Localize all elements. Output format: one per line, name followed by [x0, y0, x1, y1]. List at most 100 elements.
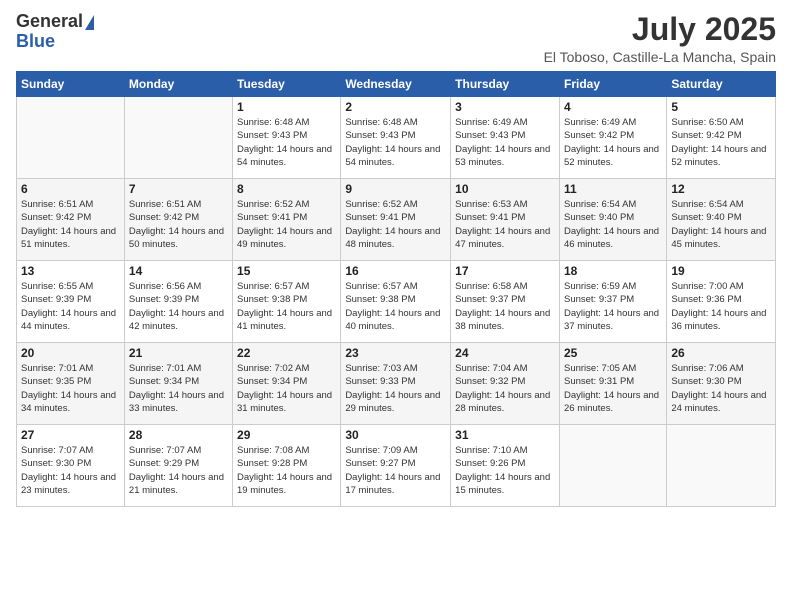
day-number: 6 — [21, 182, 120, 196]
calendar-title: July 2025 — [544, 12, 776, 47]
table-row: 21 Sunrise: 7:01 AM Sunset: 9:34 PM Dayli… — [124, 343, 232, 425]
day-detail: Sunrise: 7:00 AM Sunset: 9:36 PM Dayligh… — [671, 280, 771, 333]
day-detail: Sunrise: 6:53 AM Sunset: 9:41 PM Dayligh… — [455, 198, 555, 251]
day-detail: Sunrise: 6:49 AM Sunset: 9:42 PM Dayligh… — [564, 116, 662, 169]
table-row: 29 Sunrise: 7:08 AM Sunset: 9:28 PM Dayli… — [233, 425, 341, 507]
table-row: 26Sunrise: 7:06 AM Sunset: 9:30 PM Dayli… — [667, 343, 776, 425]
header-monday: Monday — [124, 72, 232, 97]
table-row: 30 Sunrise: 7:09 AM Sunset: 9:27 PM Dayli… — [341, 425, 451, 507]
day-detail: Sunrise: 6:49 AM Sunset: 9:43 PM Dayligh… — [455, 116, 555, 169]
table-row — [124, 97, 232, 179]
table-row: 25Sunrise: 7:05 AM Sunset: 9:31 PM Dayli… — [559, 343, 666, 425]
day-detail: Sunrise: 6:58 AM Sunset: 9:37 PM Dayligh… — [455, 280, 555, 333]
day-detail: Sunrise: 6:48 AM Sunset: 9:43 PM Dayligh… — [237, 116, 336, 169]
day-number: 22 — [237, 346, 336, 360]
day-number: 18 — [564, 264, 662, 278]
day-number: 19 — [671, 264, 771, 278]
day-number: 29 — [237, 428, 336, 442]
title-block: July 2025 El Toboso, Castille-La Mancha,… — [544, 12, 776, 65]
day-detail: Sunrise: 7:01 AM Sunset: 9:34 PM Dayligh… — [129, 362, 228, 415]
table-row — [667, 425, 776, 507]
table-row: 22Sunrise: 7:02 AM Sunset: 9:34 PM Dayli… — [233, 343, 341, 425]
table-row: 19 Sunrise: 7:00 AM Sunset: 9:36 PM Dayli… — [667, 261, 776, 343]
logo: General Blue — [16, 12, 94, 52]
calendar-body: 1Sunrise: 6:48 AM Sunset: 9:43 PM Daylig… — [17, 97, 776, 507]
calendar-header: Sunday Monday Tuesday Wednesday Thursday… — [17, 72, 776, 97]
day-number: 28 — [129, 428, 228, 442]
day-detail: Sunrise: 6:52 AM Sunset: 9:41 PM Dayligh… — [237, 198, 336, 251]
header-tuesday: Tuesday — [233, 72, 341, 97]
day-detail: Sunrise: 7:10 AM Sunset: 9:26 PM Dayligh… — [455, 444, 555, 497]
table-row: 12Sunrise: 6:54 AM Sunset: 9:40 PM Dayli… — [667, 179, 776, 261]
day-number: 5 — [671, 100, 771, 114]
table-row: 28 Sunrise: 7:07 AM Sunset: 9:29 PM Dayli… — [124, 425, 232, 507]
day-number: 7 — [129, 182, 228, 196]
day-number: 16 — [345, 264, 446, 278]
day-detail: Sunrise: 7:03 AM Sunset: 9:33 PM Dayligh… — [345, 362, 446, 415]
table-row: 3 Sunrise: 6:49 AM Sunset: 9:43 PM Daylig… — [451, 97, 560, 179]
day-detail: Sunrise: 6:51 AM Sunset: 9:42 PM Dayligh… — [129, 198, 228, 251]
table-row: 6 Sunrise: 6:51 AM Sunset: 9:42 PM Daylig… — [17, 179, 125, 261]
header: General Blue July 2025 El Toboso, Castil… — [16, 12, 776, 65]
table-row: 17 Sunrise: 6:58 AM Sunset: 9:37 PM Dayli… — [451, 261, 560, 343]
day-number: 13 — [21, 264, 120, 278]
day-detail: Sunrise: 7:08 AM Sunset: 9:28 PM Dayligh… — [237, 444, 336, 497]
calendar-location: El Toboso, Castille-La Mancha, Spain — [544, 49, 776, 65]
day-detail: Sunrise: 7:05 AM Sunset: 9:31 PM Dayligh… — [564, 362, 662, 415]
day-number: 9 — [345, 182, 446, 196]
page-container: General Blue July 2025 El Toboso, Castil… — [0, 0, 792, 515]
day-detail: Sunrise: 7:01 AM Sunset: 9:35 PM Dayligh… — [21, 362, 120, 415]
day-number: 21 — [129, 346, 228, 360]
logo-blue: Blue — [16, 32, 55, 52]
table-row: 2Sunrise: 6:48 AM Sunset: 9:43 PM Daylig… — [341, 97, 451, 179]
day-number: 27 — [21, 428, 120, 442]
table-row — [559, 425, 666, 507]
day-detail: Sunrise: 6:55 AM Sunset: 9:39 PM Dayligh… — [21, 280, 120, 333]
day-detail: Sunrise: 7:07 AM Sunset: 9:29 PM Dayligh… — [129, 444, 228, 497]
table-row: 13 Sunrise: 6:55 AM Sunset: 9:39 PM Dayli… — [17, 261, 125, 343]
table-row: 5 Sunrise: 6:50 AM Sunset: 9:42 PM Daylig… — [667, 97, 776, 179]
day-detail: Sunrise: 7:09 AM Sunset: 9:27 PM Dayligh… — [345, 444, 446, 497]
day-number: 4 — [564, 100, 662, 114]
day-detail: Sunrise: 6:54 AM Sunset: 9:40 PM Dayligh… — [564, 198, 662, 251]
day-detail: Sunrise: 6:50 AM Sunset: 9:42 PM Dayligh… — [671, 116, 771, 169]
day-number: 30 — [345, 428, 446, 442]
day-detail: Sunrise: 7:07 AM Sunset: 9:30 PM Dayligh… — [21, 444, 120, 497]
day-detail: Sunrise: 6:57 AM Sunset: 9:38 PM Dayligh… — [345, 280, 446, 333]
header-thursday: Thursday — [451, 72, 560, 97]
table-row: 1Sunrise: 6:48 AM Sunset: 9:43 PM Daylig… — [233, 97, 341, 179]
table-row: 27 Sunrise: 7:07 AM Sunset: 9:30 PM Dayli… — [17, 425, 125, 507]
table-row: 9 Sunrise: 6:52 AM Sunset: 9:41 PM Daylig… — [341, 179, 451, 261]
day-number: 14 — [129, 264, 228, 278]
day-number: 11 — [564, 182, 662, 196]
day-number: 23 — [345, 346, 446, 360]
table-row: 20 Sunrise: 7:01 AM Sunset: 9:35 PM Dayli… — [17, 343, 125, 425]
day-detail: Sunrise: 6:56 AM Sunset: 9:39 PM Dayligh… — [129, 280, 228, 333]
day-detail: Sunrise: 7:06 AM Sunset: 9:30 PM Dayligh… — [671, 362, 771, 415]
day-number: 12 — [671, 182, 771, 196]
table-row: 24 Sunrise: 7:04 AM Sunset: 9:32 PM Dayli… — [451, 343, 560, 425]
day-number: 31 — [455, 428, 555, 442]
day-number: 8 — [237, 182, 336, 196]
table-row: 10Sunrise: 6:53 AM Sunset: 9:41 PM Dayli… — [451, 179, 560, 261]
calendar-table: Sunday Monday Tuesday Wednesday Thursday… — [16, 71, 776, 507]
header-wednesday: Wednesday — [341, 72, 451, 97]
table-row — [17, 97, 125, 179]
day-number: 17 — [455, 264, 555, 278]
day-number: 3 — [455, 100, 555, 114]
header-sunday: Sunday — [17, 72, 125, 97]
logo-triangle-icon — [85, 15, 94, 30]
day-detail: Sunrise: 7:04 AM Sunset: 9:32 PM Dayligh… — [455, 362, 555, 415]
day-number: 15 — [237, 264, 336, 278]
day-number: 24 — [455, 346, 555, 360]
header-saturday: Saturday — [667, 72, 776, 97]
table-row: 23 Sunrise: 7:03 AM Sunset: 9:33 PM Dayli… — [341, 343, 451, 425]
table-row: 4 Sunrise: 6:49 AM Sunset: 9:42 PM Daylig… — [559, 97, 666, 179]
day-detail: Sunrise: 6:52 AM Sunset: 9:41 PM Dayligh… — [345, 198, 446, 251]
table-row: 8 Sunrise: 6:52 AM Sunset: 9:41 PM Daylig… — [233, 179, 341, 261]
day-detail: Sunrise: 6:51 AM Sunset: 9:42 PM Dayligh… — [21, 198, 120, 251]
table-row: 11 Sunrise: 6:54 AM Sunset: 9:40 PM Dayli… — [559, 179, 666, 261]
logo-general: General — [16, 12, 83, 32]
day-detail: Sunrise: 6:57 AM Sunset: 9:38 PM Dayligh… — [237, 280, 336, 333]
day-number: 20 — [21, 346, 120, 360]
